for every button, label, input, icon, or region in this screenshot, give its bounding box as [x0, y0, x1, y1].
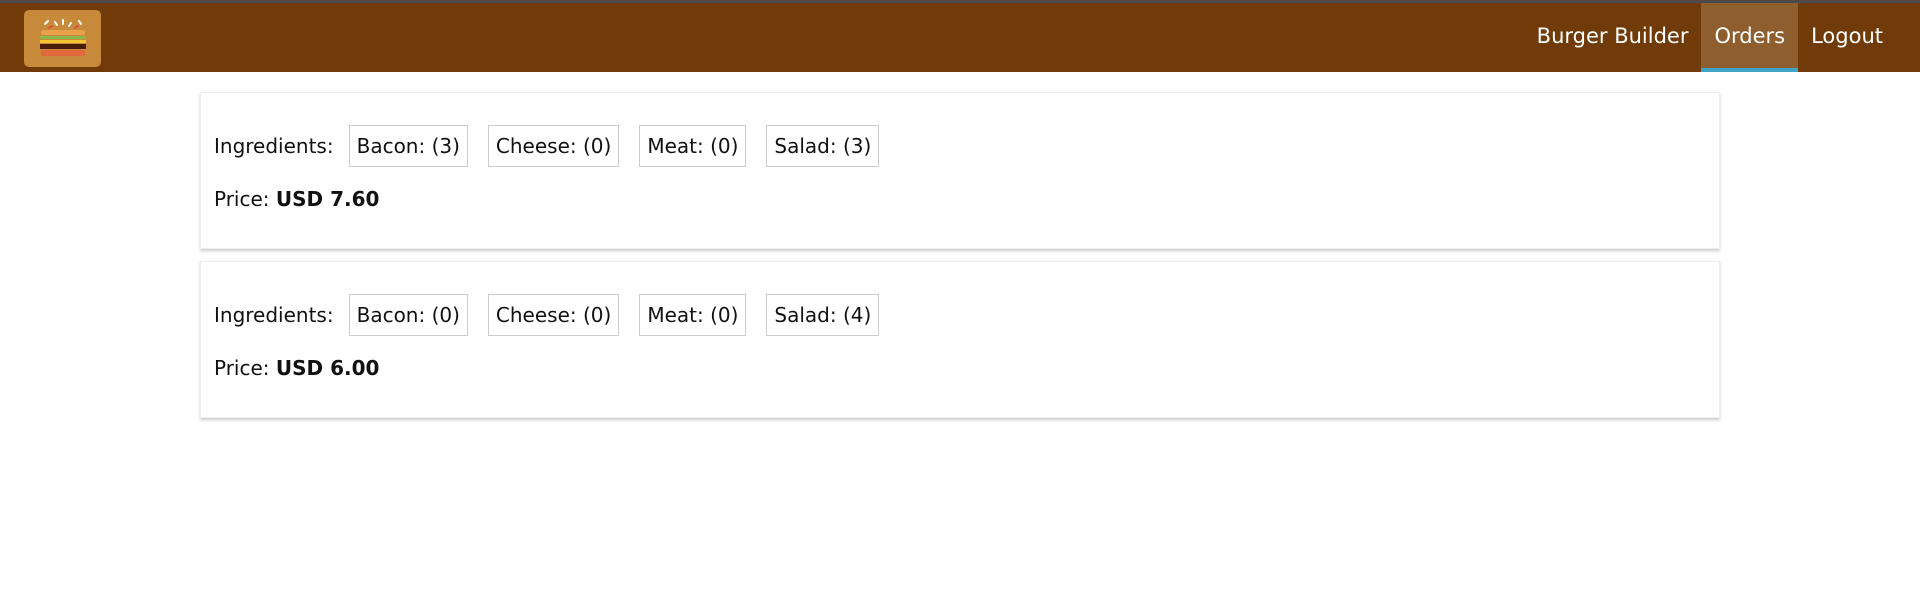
price-label: Price:: [214, 187, 276, 211]
ingredient-chip-meat: Meat: (0): [639, 294, 747, 336]
burger-logo[interactable]: [24, 10, 101, 67]
nav-link-logout[interactable]: Logout: [1798, 3, 1896, 72]
price-value: USD 7.60: [275, 187, 380, 211]
toolbar: Burger Builder Orders Logout: [0, 0, 1920, 72]
price-label: Price:: [214, 356, 276, 380]
burger-icon: [39, 18, 86, 56]
price-value: USD 6.00: [275, 356, 380, 380]
nav-link-orders[interactable]: Orders: [1701, 3, 1799, 72]
ingredients-row: Ingredients: Bacon: (3) Cheese: (0) Meat…: [214, 125, 899, 167]
ingredients-label: Ingredients:: [214, 134, 334, 158]
price-row: Price: USD 7.60: [214, 187, 379, 211]
price-row: Price: USD 6.00: [214, 356, 379, 380]
nav-link-burger-builder[interactable]: Burger Builder: [1524, 3, 1702, 72]
ingredient-chip-salad: Salad: (3): [766, 125, 880, 167]
ingredient-chip-cheese: Cheese: (0): [487, 125, 620, 167]
ingredient-chip-bacon: Bacon: (3): [348, 125, 468, 167]
main-navigation: Burger Builder Orders Logout: [1524, 3, 1896, 72]
ingredients-label: Ingredients:: [214, 303, 334, 327]
order-card: Ingredients: Bacon: (0) Cheese: (0) Meat…: [200, 261, 1720, 418]
ingredients-row: Ingredients: Bacon: (0) Cheese: (0) Meat…: [214, 294, 899, 336]
ingredient-chip-meat: Meat: (0): [639, 125, 747, 167]
ingredient-chip-cheese: Cheese: (0): [487, 294, 620, 336]
ingredient-chip-salad: Salad: (4): [766, 294, 880, 336]
ingredient-chip-bacon: Bacon: (0): [348, 294, 468, 336]
order-card: Ingredients: Bacon: (3) Cheese: (0) Meat…: [200, 92, 1720, 249]
